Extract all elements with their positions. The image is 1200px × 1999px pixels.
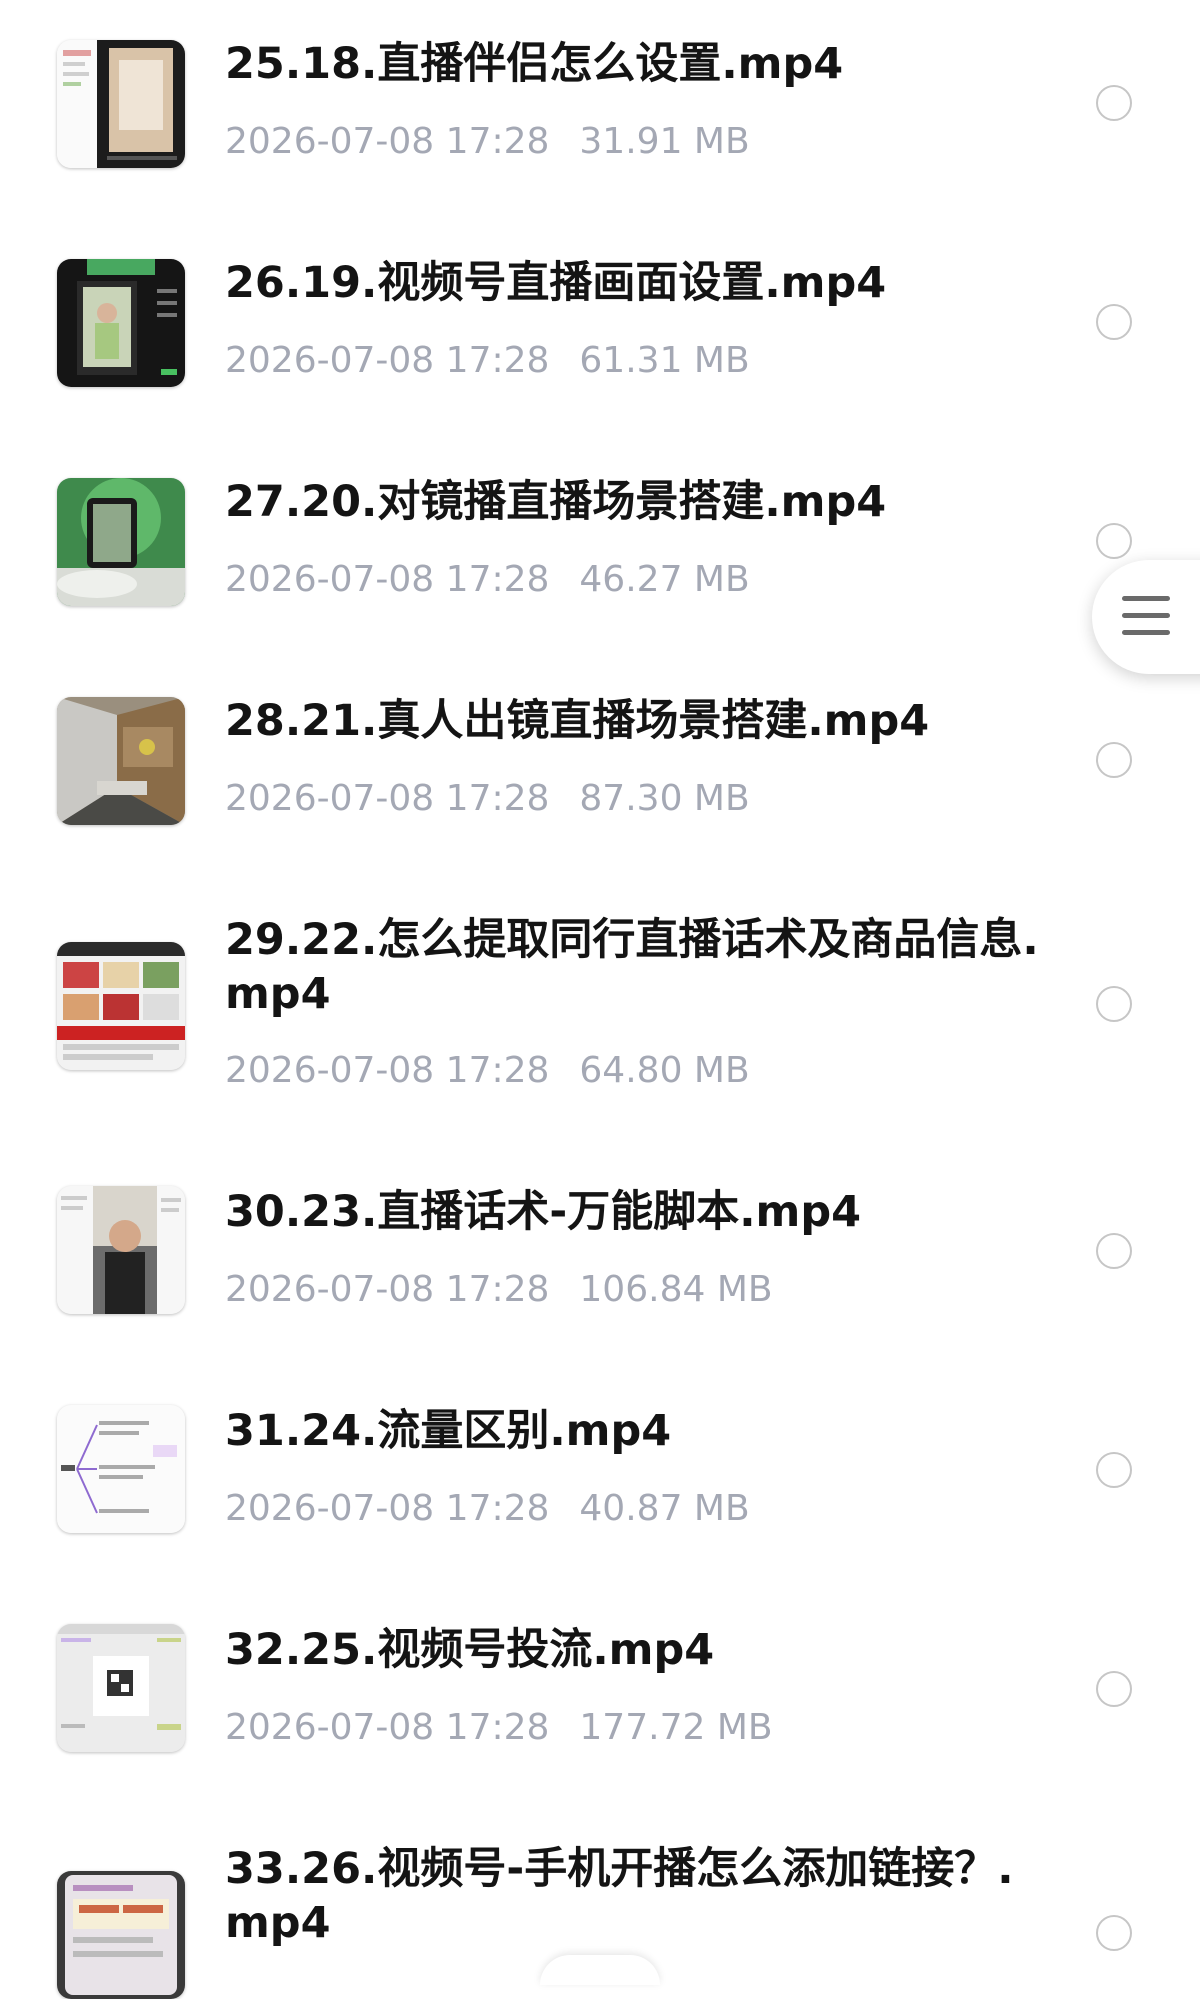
- file-meta: 2026-07-08 17:28 106.84 MB: [225, 1268, 773, 1312]
- video-thumbnail-image: [57, 942, 185, 1070]
- video-thumbnail[interactable]: [57, 1186, 185, 1314]
- file-meta: 2026-07-08 17:28 177.72 MB: [225, 1706, 773, 1750]
- file-name: 28.21.真人出镜直播场景搭建.mp4: [225, 696, 930, 746]
- select-radio[interactable]: [1096, 523, 1132, 559]
- file-name: 29.22.怎么提取同行直播话术及商品信息.mp4: [225, 915, 1039, 1019]
- file-size: 106.84 MB: [579, 1269, 773, 1310]
- video-thumbnail-image: [57, 259, 185, 387]
- file-date: 2026-07-08 17:28: [225, 121, 550, 162]
- list-item[interactable]: 31.24.流量区别.mp4 2026-07-08 17:28 40.87 MB: [0, 1353, 1200, 1572]
- file-meta: 2026-07-08 17:28 87.30 MB: [225, 777, 750, 821]
- file-size: 177.72 MB: [579, 1707, 773, 1748]
- video-thumbnail[interactable]: [57, 259, 185, 387]
- video-thumbnail[interactable]: [57, 40, 185, 168]
- file-meta: 2026-07-08 17:28 31.91 MB: [225, 120, 750, 164]
- file-date: 2026-07-08 17:28: [225, 559, 550, 600]
- video-thumbnail[interactable]: [57, 1871, 185, 1999]
- file-name: 32.25.视频号投流.mp4: [225, 1625, 715, 1675]
- list-item[interactable]: 27.20.对镜播直播场景搭建.mp4 2026-07-08 17:28 46.2…: [0, 424, 1200, 643]
- select-radio[interactable]: [1096, 742, 1132, 778]
- select-radio[interactable]: [1096, 304, 1132, 340]
- file-meta: 2026-07-08 17:28 61.31 MB: [225, 339, 750, 383]
- video-thumbnail-image: [57, 40, 185, 168]
- file-size: 87.30 MB: [579, 778, 750, 819]
- list-item[interactable]: 26.19.视频号直播画面设置.mp4 2026-07-08 17:28 61.3…: [0, 205, 1200, 424]
- list-item[interactable]: 30.23.直播话术-万能脚本.mp4 2026-07-08 17:28 106.…: [0, 1134, 1200, 1353]
- bottom-sheet-handle[interactable]: [540, 1955, 660, 1985]
- video-thumbnail[interactable]: [57, 697, 185, 825]
- video-thumbnail[interactable]: [57, 1624, 185, 1752]
- file-size: 64.80 MB: [579, 1050, 750, 1091]
- file-name: 25.18.直播伴侣怎么设置.mp4: [225, 39, 844, 89]
- video-thumbnail[interactable]: [57, 942, 185, 1070]
- file-date: 2026-07-08 17:28: [225, 1050, 550, 1091]
- file-date: 2026-07-08 17:28: [225, 340, 550, 381]
- file-name: 31.24.流量区别.mp4: [225, 1406, 672, 1456]
- file-size: 46.27 MB: [579, 559, 750, 600]
- floating-menu-button[interactable]: [1092, 560, 1200, 674]
- file-size: 31.91 MB: [579, 121, 750, 162]
- list-item[interactable]: 29.22.怎么提取同行直播话术及商品信息.mp4 2026-07-08 17:…: [0, 862, 1200, 1134]
- file-name: 33.26.视频号-手机开播怎么添加链接？.mp4: [225, 1844, 1014, 1948]
- list-item[interactable]: 25.18.直播伴侣怎么设置.mp4 2026-07-08 17:28 31.91…: [0, 0, 1200, 205]
- file-date: 2026-07-08 17:28: [225, 778, 550, 819]
- select-radio[interactable]: [1096, 986, 1132, 1022]
- select-radio[interactable]: [1096, 85, 1132, 121]
- file-name: 27.20.对镜播直播场景搭建.mp4: [225, 477, 887, 527]
- file-date: 2026-07-08 17:28: [225, 1488, 550, 1529]
- select-radio[interactable]: [1096, 1452, 1132, 1488]
- video-thumbnail-image: [57, 1186, 185, 1314]
- select-radio[interactable]: [1096, 1915, 1132, 1951]
- file-meta: 2026-07-08 17:28 46.27 MB: [225, 558, 750, 602]
- list-item[interactable]: 33.26.视频号-手机开播怎么添加链接？.mp4: [0, 1791, 1200, 1999]
- video-thumbnail-image: [57, 697, 185, 825]
- file-date: 2026-07-08 17:28: [225, 1707, 550, 1748]
- video-thumbnail-image: [57, 478, 185, 606]
- file-name: 30.23.直播话术-万能脚本.mp4: [225, 1187, 862, 1237]
- file-meta: 2026-07-08 17:28 40.87 MB: [225, 1487, 750, 1531]
- file-date: 2026-07-08 17:28: [225, 1269, 550, 1310]
- file-meta: 2026-07-08 17:28 64.80 MB: [225, 1049, 750, 1093]
- video-thumbnail-image: [57, 1871, 185, 1999]
- file-size: 61.31 MB: [579, 340, 750, 381]
- video-thumbnail[interactable]: [57, 478, 185, 606]
- video-thumbnail-image: [57, 1405, 185, 1533]
- file-size: 40.87 MB: [579, 1488, 750, 1529]
- video-thumbnail[interactable]: [57, 1405, 185, 1533]
- list-item[interactable]: 28.21.真人出镜直播场景搭建.mp4 2026-07-08 17:28 87.…: [0, 643, 1200, 862]
- select-radio[interactable]: [1096, 1671, 1132, 1707]
- list-item[interactable]: 32.25.视频号投流.mp4 2026-07-08 17:28 177.72 M…: [0, 1572, 1200, 1791]
- menu-icon: [1122, 596, 1170, 636]
- file-list: 25.18.直播伴侣怎么设置.mp4 2026-07-08 17:28 31.91…: [0, 0, 1200, 1999]
- video-thumbnail-image: [57, 1624, 185, 1752]
- file-name: 26.19.视频号直播画面设置.mp4: [225, 258, 887, 308]
- select-radio[interactable]: [1096, 1233, 1132, 1269]
